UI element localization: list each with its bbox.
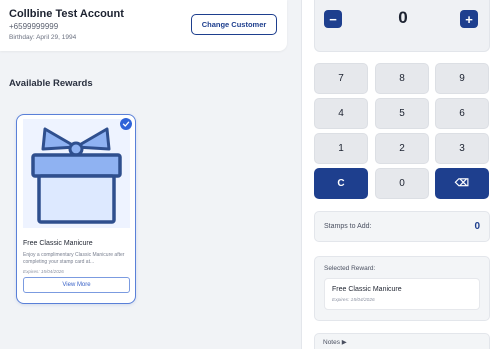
gift-icon <box>23 119 130 228</box>
key-8[interactable]: 8 <box>375 63 429 94</box>
stamps-label: Stamps to Add: <box>324 223 372 230</box>
selected-reward-label: Selected Reward: <box>324 265 376 272</box>
customer-card: Collbine Test Account +6599999999 Birthd… <box>0 0 287 51</box>
key-5[interactable]: 5 <box>375 98 429 129</box>
stamps-to-add: Stamps to Add: 0 <box>314 211 490 242</box>
right-panel: − 0 + 7 8 9 4 5 6 1 2 3 C 0 ⌫ Stamps to … <box>301 0 500 349</box>
selected-reward-item: Free Classic Manicure Expires: 15/04/202… <box>324 278 480 310</box>
selected-reward-name: Free Classic Manicure <box>332 286 402 293</box>
increment-button[interactable]: + <box>460 10 478 28</box>
key-0[interactable]: 0 <box>375 168 429 199</box>
key-7[interactable]: 7 <box>314 63 368 94</box>
clear-button[interactable]: C <box>314 168 368 199</box>
stamps-value: 0 <box>474 221 480 232</box>
selected-check-icon <box>120 118 132 130</box>
reward-expiry: Expires: 15/04/2026 <box>23 269 64 274</box>
notes-label: Notes ▶ <box>323 339 347 346</box>
counter-value: 0 <box>398 8 408 27</box>
backspace-icon[interactable]: ⌫ <box>435 168 489 199</box>
reward-description: Enjoy a complimentary Classic Manicure a… <box>23 252 125 265</box>
customer-phone: +6599999999 <box>9 22 59 31</box>
key-1[interactable]: 1 <box>314 133 368 164</box>
available-rewards-title: Available Rewards <box>9 78 93 89</box>
selected-reward-expiry: Expires: 15/04/2026 <box>332 298 375 303</box>
left-panel: Collbine Test Account +6599999999 Birthd… <box>0 0 301 349</box>
view-more-button[interactable]: View More <box>23 277 130 293</box>
key-6[interactable]: 6 <box>435 98 489 129</box>
reward-name: Free Classic Manicure <box>23 240 93 247</box>
notes-toggle[interactable]: Notes ▶ <box>314 333 490 349</box>
reward-card[interactable]: Free Classic Manicure Enjoy a compliment… <box>16 114 136 304</box>
key-9[interactable]: 9 <box>435 63 489 94</box>
selected-reward-panel: Selected Reward: Free Classic Manicure E… <box>314 256 490 321</box>
change-customer-button[interactable]: Change Customer <box>191 14 277 35</box>
key-2[interactable]: 2 <box>375 133 429 164</box>
customer-birthday: Birthday: April 29, 1994 <box>9 34 77 41</box>
customer-name: Collbine Test Account <box>9 8 124 20</box>
key-4[interactable]: 4 <box>314 98 368 129</box>
key-3[interactable]: 3 <box>435 133 489 164</box>
stamp-counter: − 0 + <box>314 0 490 52</box>
decrement-button[interactable]: − <box>324 10 342 28</box>
